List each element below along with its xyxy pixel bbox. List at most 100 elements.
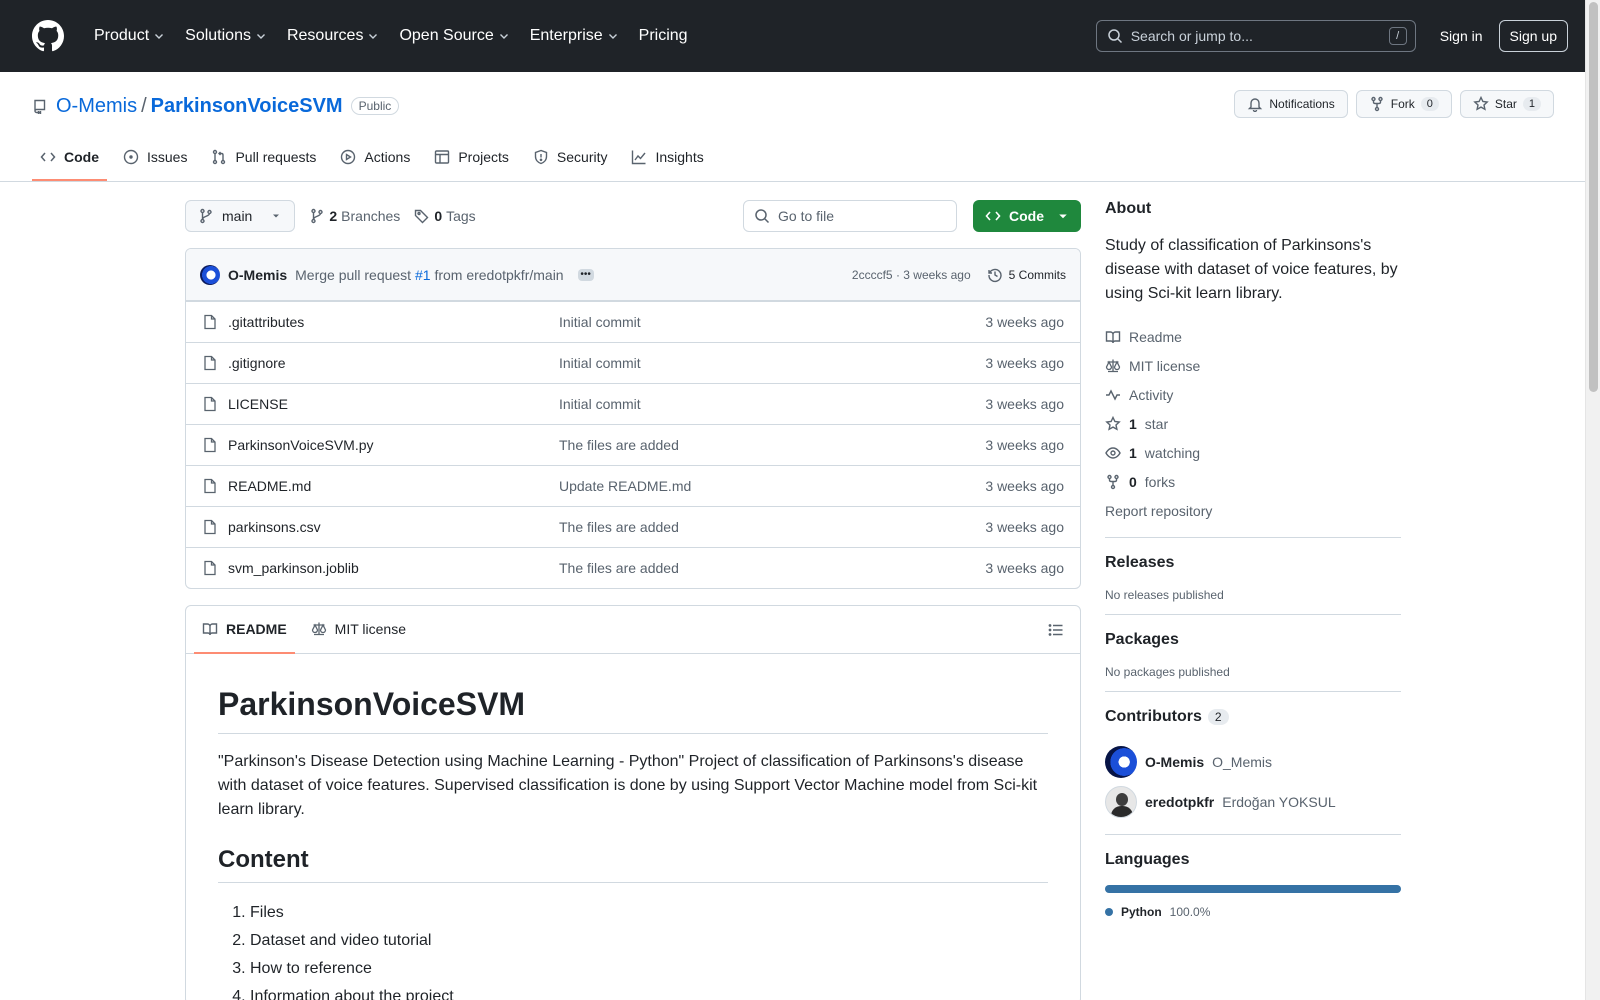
table-row: parkinsons.csv The files are added 3 wee… [186, 506, 1080, 547]
tab-issues[interactable]: Issues [115, 135, 195, 181]
file-icon [204, 519, 216, 535]
tab-readme[interactable]: README [194, 606, 295, 654]
file-commit-message[interactable]: Initial commit [559, 396, 641, 412]
language-item[interactable]: Python 100.0% [1105, 905, 1401, 919]
list-unordered-icon[interactable] [1048, 622, 1064, 638]
star-button[interactable]: Star 1 [1459, 90, 1554, 118]
file-commit-message[interactable]: The files are added [559, 560, 679, 576]
packages-heading[interactable]: Packages [1105, 631, 1401, 649]
law-icon [311, 622, 326, 635]
file-commit-message[interactable]: Initial commit [559, 355, 641, 371]
notifications-button[interactable]: Notifications [1234, 90, 1348, 118]
file-icon [204, 560, 216, 576]
tags-link[interactable]: 0 Tags [414, 208, 476, 224]
tab-pull-requests[interactable]: Pull requests [203, 135, 324, 181]
nav-enterprise[interactable]: Enterprise [522, 21, 627, 51]
file-toolbar: main 2 Branches 0 Tags Go to file Code [185, 200, 1081, 232]
code-dropdown-button[interactable]: Code [973, 200, 1081, 232]
branches-link[interactable]: 2 Branches [309, 208, 400, 224]
tab-insights[interactable]: Insights [623, 135, 711, 181]
file-name-link[interactable]: .gitattributes [228, 314, 559, 330]
file-icon [204, 314, 216, 330]
contributor-item[interactable]: O-Memis O_Memis [1105, 742, 1401, 782]
repo-owner-link[interactable]: O-Memis [56, 95, 137, 118]
global-search-input[interactable]: Search or jump to... / [1095, 20, 1416, 52]
branch-selector[interactable]: main [185, 200, 296, 232]
stars-link[interactable]: 1 star [1105, 409, 1401, 438]
file-name-link[interactable]: ParkinsonVoiceSVM.py [228, 437, 559, 453]
commit-message: Merge pull request #1 from eredotpkfr/ma… [295, 266, 564, 283]
fork-button[interactable]: Fork 0 [1355, 90, 1452, 118]
go-to-file-input[interactable]: Go to file [743, 200, 957, 232]
releases-heading[interactable]: Releases [1105, 554, 1401, 572]
readme-link[interactable]: Readme [1105, 322, 1401, 351]
file-commit-message[interactable]: Initial commit [559, 314, 641, 330]
code-icon [985, 211, 1001, 221]
scrollbar-thumb[interactable] [1589, 2, 1598, 392]
activity-link[interactable]: Activity [1105, 380, 1401, 409]
eye-icon [1105, 446, 1121, 459]
chevron-down-icon [256, 34, 265, 39]
file-commit-message[interactable]: The files are added [559, 437, 679, 453]
table-row: ParkinsonVoiceSVM.py The files are added… [186, 424, 1080, 465]
list-item: How to reference [250, 955, 1048, 983]
tag-icon [415, 209, 429, 224]
readme-panel: README MIT license ParkinsonVoiceSVM "Pa… [185, 605, 1081, 1000]
repo-actions: Notifications Fork 0 Star 1 [1234, 90, 1554, 118]
file-commit-message[interactable]: The files are added [559, 519, 679, 535]
tab-code[interactable]: Code [32, 135, 107, 181]
readme-body: ParkinsonVoiceSVM "Parkinson's Disease D… [186, 654, 1080, 1000]
avatar[interactable] [200, 264, 220, 285]
file-icon [204, 437, 216, 453]
shield-icon [534, 149, 548, 165]
tab-security[interactable]: Security [525, 135, 616, 181]
file-name-link[interactable]: .gitignore [228, 355, 559, 371]
contributor-item[interactable]: eredotpkfr Erdoğan YOKSUL [1105, 782, 1401, 822]
commit-hash-link[interactable]: 2ccccf5 · 3 weeks ago [852, 268, 971, 282]
tab-projects[interactable]: Projects [426, 135, 517, 181]
forks-link[interactable]: 0 forks [1105, 467, 1401, 496]
divider [1105, 834, 1401, 835]
contributor-login[interactable]: eredotpkfr [1145, 794, 1214, 810]
commit-details-toggle[interactable]: ••• [577, 268, 594, 281]
code-icon [40, 152, 56, 162]
contributors-heading[interactable]: Contributors 2 [1105, 708, 1401, 726]
tab-actions[interactable]: Actions [332, 135, 418, 181]
table-row: LICENSE Initial commit 3 weeks ago [186, 383, 1080, 424]
git-branch-icon [311, 208, 324, 224]
github-logo-icon[interactable] [32, 20, 64, 52]
contributor-login[interactable]: O-Memis [1145, 754, 1204, 770]
nav-solutions[interactable]: Solutions [177, 21, 275, 51]
table-row: README.md Update README.md 3 weeks ago [186, 465, 1080, 506]
file-icon [204, 396, 216, 412]
file-commit-date: 3 weeks ago [985, 519, 1064, 535]
main-content: main 2 Branches 0 Tags Go to file Code O… [185, 200, 1081, 1000]
chevron-down-icon [608, 34, 617, 39]
nav-pricing[interactable]: Pricing [631, 21, 696, 51]
star-icon [1473, 96, 1489, 111]
file-name-link[interactable]: README.md [228, 478, 559, 494]
avatar[interactable] [1105, 746, 1137, 778]
license-link[interactable]: MIT license [1105, 351, 1401, 380]
repo-name-link[interactable]: ParkinsonVoiceSVM [151, 95, 343, 118]
file-name-link[interactable]: svm_parkinson.joblib [228, 560, 559, 576]
main-nav: Product Solutions Resources Open Source … [86, 21, 696, 51]
file-commit-message[interactable]: Update README.md [559, 478, 691, 494]
fork-count: 0 [1420, 97, 1439, 111]
sign-up-button[interactable]: Sign up [1498, 20, 1568, 52]
nav-open-source[interactable]: Open Source [391, 21, 517, 51]
sign-in-link[interactable]: Sign in [1440, 28, 1483, 44]
avatar[interactable] [1105, 786, 1137, 818]
tab-mit-license[interactable]: MIT license [303, 606, 414, 654]
watchers-link[interactable]: 1 watching [1105, 438, 1401, 467]
report-repository-link[interactable]: Report repository [1105, 496, 1401, 525]
page-scrollbar[interactable] [1585, 0, 1600, 1000]
nav-resources[interactable]: Resources [279, 21, 387, 51]
pull-request-link[interactable]: #1 [415, 267, 431, 283]
commits-link[interactable]: 5 Commits [987, 267, 1066, 283]
commit-author-link[interactable]: O-Memis [228, 267, 287, 283]
file-name-link[interactable]: LICENSE [228, 396, 559, 412]
list-item: Information about the project [250, 983, 1048, 1000]
nav-product[interactable]: Product [86, 21, 173, 51]
file-name-link[interactable]: parkinsons.csv [228, 519, 559, 535]
